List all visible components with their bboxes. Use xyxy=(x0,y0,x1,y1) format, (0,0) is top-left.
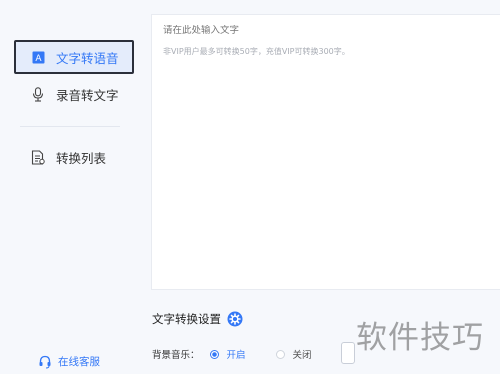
sidebar-item-label: 文字转语音 xyxy=(56,50,119,66)
bgm-on-label: 开启 xyxy=(226,350,246,361)
sidebar-item-conversion-list[interactable]: 转换列表 xyxy=(14,140,134,174)
watermark-text: 软件技巧 xyxy=(356,320,484,356)
svg-text:A: A xyxy=(35,54,42,64)
background-music-row: 背景音乐： 开启 关闭 xyxy=(152,347,312,361)
gear-icon[interactable] xyxy=(227,311,243,327)
headset-icon xyxy=(38,355,52,369)
online-service-link[interactable]: 在线客服 xyxy=(38,354,100,369)
settings-title: 文字转换设置 xyxy=(152,311,243,327)
online-service-label: 在线客服 xyxy=(58,356,100,368)
text-a-icon: A xyxy=(28,49,48,65)
radio-unselected-icon xyxy=(275,349,285,359)
app-window: A 文字转语音 录音转文字 转换列表 在线客服 请在此处输入文字 非VIP用户最… xyxy=(0,0,500,374)
partial-button[interactable] xyxy=(341,342,355,364)
text-input[interactable] xyxy=(163,25,493,36)
radio-selected-icon xyxy=(209,349,219,359)
text-editor-box[interactable]: 非VIP用户最多可转换50字，充值VIP可转换300字。 xyxy=(151,14,500,290)
bgm-label: 背景音乐： xyxy=(152,350,200,361)
sidebar-item-label: 转换列表 xyxy=(56,150,107,166)
settings-title-label: 文字转换设置 xyxy=(152,312,221,326)
microphone-icon xyxy=(28,86,48,102)
sidebar-item-text-to-speech[interactable]: A 文字转语音 xyxy=(14,40,134,74)
main-panel: 非VIP用户最多可转换50字，充值VIP可转换300字。 文字转换设置 xyxy=(145,0,500,374)
bgm-off-label: 关闭 xyxy=(292,350,312,361)
bgm-on-radio[interactable]: 开启 xyxy=(209,347,246,361)
character-limit-hint: 非VIP用户最多可转换50字，充值VIP可转换300字。 xyxy=(163,47,350,56)
sidebar-item-label: 录音转文字 xyxy=(56,87,119,103)
sidebar-divider xyxy=(20,126,120,127)
document-list-icon xyxy=(28,149,48,165)
bgm-off-radio[interactable]: 关闭 xyxy=(275,347,312,361)
sidebar: A 文字转语音 录音转文字 转换列表 在线客服 xyxy=(0,0,145,374)
sidebar-item-speech-to-text[interactable]: 录音转文字 xyxy=(14,77,134,111)
